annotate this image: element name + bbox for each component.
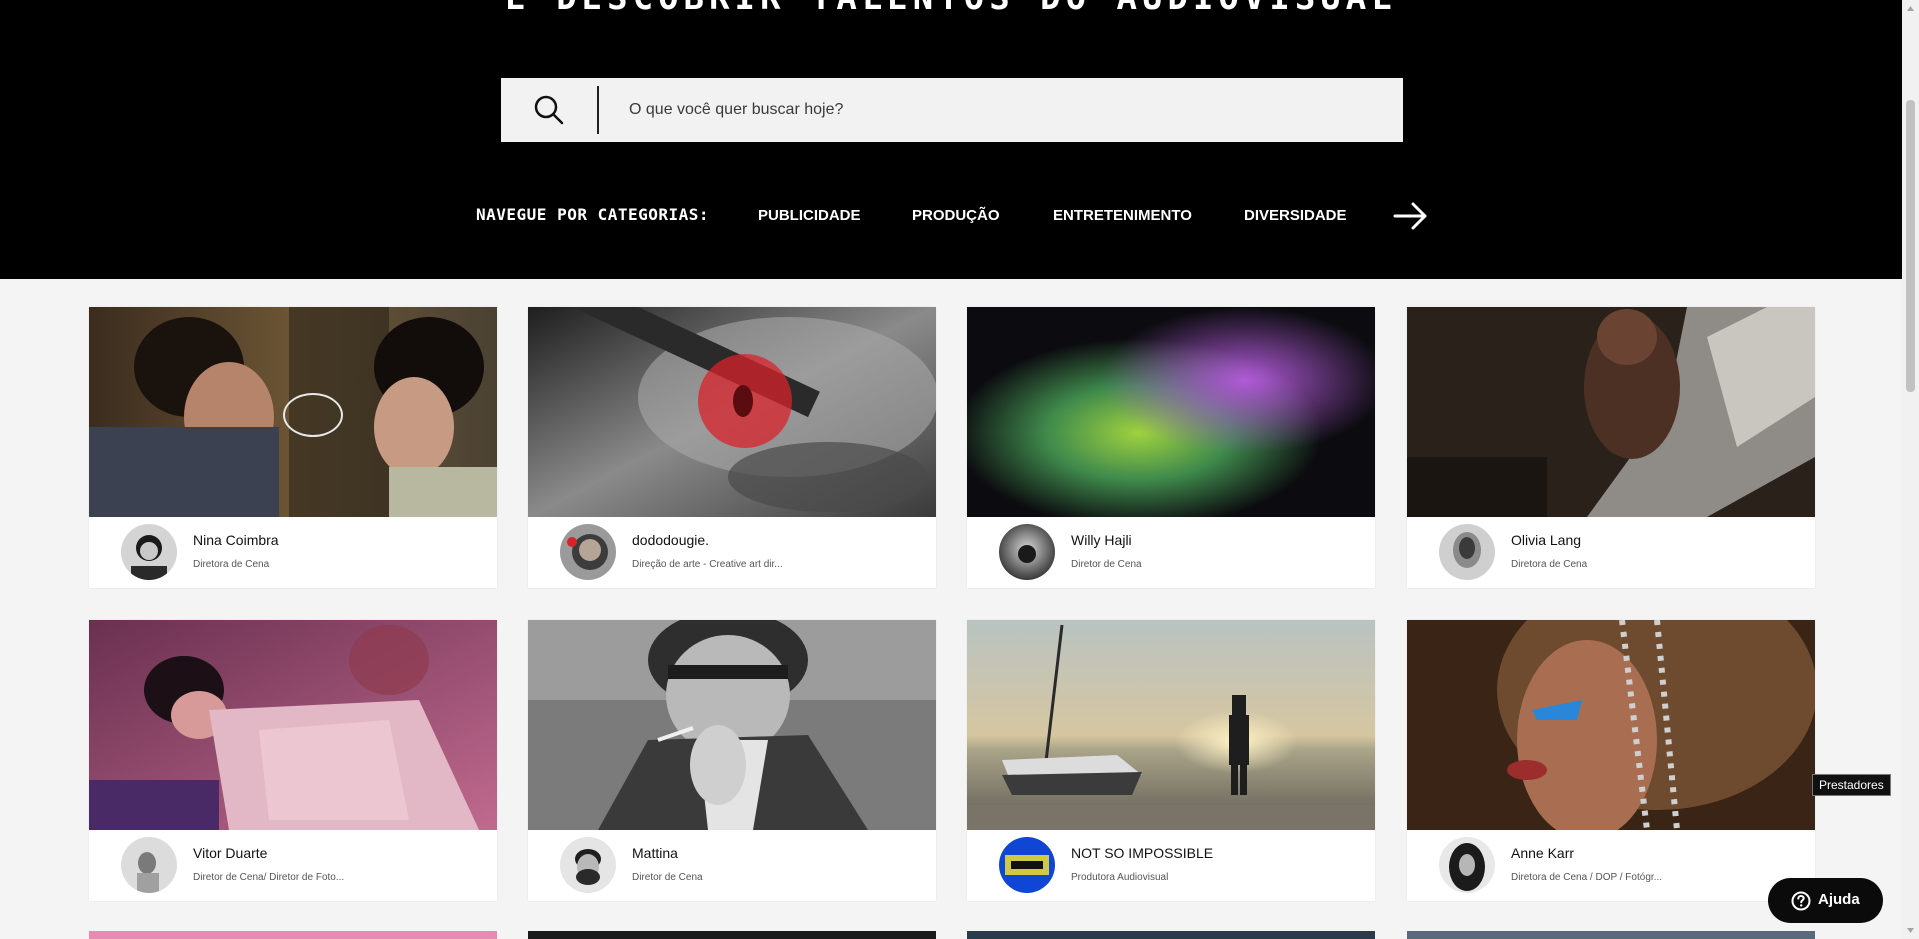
- question-circle-icon: [1791, 891, 1811, 911]
- avatar: [999, 524, 1055, 580]
- card-partial: [1407, 931, 1815, 939]
- scroll-down-icon[interactable]: [1902, 922, 1919, 939]
- talent-card[interactable]: NOT SO IMPOSSIBLE Produtora Audiovisual: [967, 620, 1375, 901]
- card-name[interactable]: Nina Coimbra: [193, 532, 279, 548]
- thumbnail-image: [1407, 307, 1815, 517]
- card-role: Diretor de Cena: [1071, 559, 1142, 570]
- avatar: [999, 837, 1055, 893]
- card-partial: [528, 931, 936, 939]
- tooltip: Prestadores: [1812, 774, 1891, 796]
- thumbnail-image: [528, 620, 936, 830]
- talent-card[interactable]: Mattina Diretor de Cena: [528, 620, 936, 901]
- scrollbar-thumb[interactable]: [1906, 100, 1915, 392]
- card-role: Diretor de Cena/ Diretor de Foto...: [193, 872, 345, 883]
- talent-card[interactable]: Anne Karr Diretora de Cena / DOP / Fotóg…: [1407, 620, 1815, 901]
- search-bar[interactable]: [501, 78, 1403, 142]
- thumbnail-image: [89, 620, 497, 830]
- card-role: Diretora de Cena: [193, 559, 270, 570]
- talent-card[interactable]: Willy Hajli Diretor de Cena: [967, 307, 1375, 588]
- card-name[interactable]: Olivia Lang: [1511, 532, 1581, 548]
- talent-card[interactable]: Vitor Duarte Diretor de Cena/ Diretor de…: [89, 620, 497, 901]
- hero-title: E DESCOBRIR TALENTOS DO AUDIOVISUAL: [0, 0, 1902, 18]
- category-entretenimento[interactable]: ENTRETENIMENTO: [1053, 207, 1192, 224]
- help-label: Ajuda: [1818, 891, 1860, 908]
- talent-card[interactable]: Olivia Lang Diretora de Cena: [1407, 307, 1815, 588]
- avatar: [560, 524, 616, 580]
- search-input[interactable]: [629, 78, 1369, 142]
- thumbnail-image: [1407, 620, 1815, 830]
- thumbnail-image: [528, 307, 936, 517]
- card-role: Diretora de Cena: [1511, 559, 1588, 570]
- avatar: [121, 524, 177, 580]
- card-name[interactable]: Vitor Duarte: [193, 845, 267, 861]
- card-name[interactable]: dododougie.: [632, 532, 709, 548]
- card-role: Direção de arte - Creative art dir...: [632, 559, 783, 570]
- search-icon[interactable]: [533, 94, 565, 126]
- hero-banner: E DESCOBRIR TALENTOS DO AUDIOVISUAL NAVE…: [0, 0, 1902, 279]
- category-diversidade[interactable]: DIVERSIDADE: [1244, 207, 1347, 224]
- talent-card[interactable]: Nina Coimbra Diretora de Cena: [89, 307, 497, 588]
- card-name[interactable]: Mattina: [632, 845, 678, 861]
- thumbnail-image: [967, 620, 1375, 830]
- card-role: Diretor de Cena: [632, 872, 703, 883]
- card-name[interactable]: NOT SO IMPOSSIBLE: [1071, 845, 1213, 861]
- card-role: Produtora Audiovisual: [1071, 872, 1169, 883]
- talent-card[interactable]: dododougie. Direção de arte - Creative a…: [528, 307, 936, 588]
- card-partial: [967, 931, 1375, 939]
- arrow-right-icon[interactable]: [1393, 201, 1429, 231]
- scroll-up-icon[interactable]: [1902, 0, 1919, 17]
- avatar: [1439, 837, 1495, 893]
- card-role: Diretora de Cena / DOP / Fotógr...: [1511, 872, 1662, 883]
- help-button[interactable]: Ajuda: [1768, 878, 1883, 923]
- avatar: [560, 837, 616, 893]
- card-name[interactable]: Anne Karr: [1511, 845, 1574, 861]
- avatar: [1439, 524, 1495, 580]
- card-partial: [89, 931, 497, 939]
- page-scrollbar[interactable]: [1902, 0, 1919, 939]
- avatar: [121, 837, 177, 893]
- search-divider: [597, 86, 599, 134]
- categories-label: NAVEGUE POR CATEGORIAS:: [476, 205, 710, 224]
- category-producao[interactable]: PRODUÇÃO: [912, 207, 1000, 224]
- category-publicidade[interactable]: PUBLICIDADE: [758, 207, 861, 224]
- thumbnail-image: [967, 307, 1375, 517]
- card-name[interactable]: Willy Hajli: [1071, 532, 1132, 548]
- festival-badge: [283, 393, 343, 437]
